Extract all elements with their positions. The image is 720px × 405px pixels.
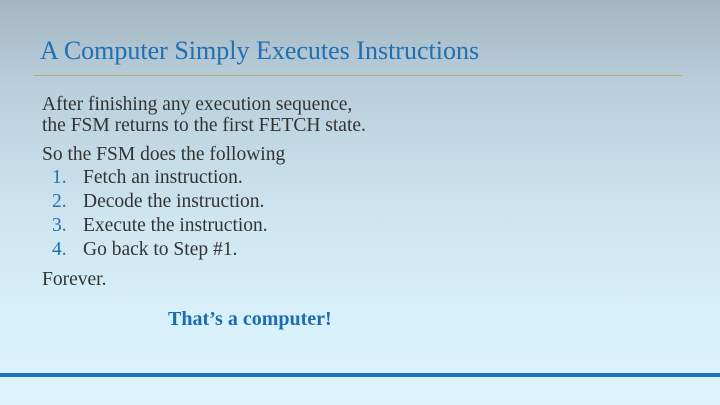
step-number: 4. <box>52 239 67 260</box>
step-text: Execute the instruction. <box>83 215 268 236</box>
intro-line-2: the FSM returns to the first FETCH state… <box>42 115 366 136</box>
list-item: 3. Execute the instruction. <box>42 214 682 238</box>
footer-divider <box>0 373 720 377</box>
step-text: Fetch an instruction. <box>83 167 243 188</box>
lead-text: So the FSM does the following <box>42 144 286 165</box>
punchline: That’s a computer! <box>168 308 332 330</box>
closing-text: Forever. <box>42 269 107 290</box>
list-item: 4. Go back to Step #1. <box>42 238 682 262</box>
step-number: 1. <box>52 167 67 188</box>
list-item: 2. Decode the instruction. <box>42 190 682 214</box>
step-text: Go back to Step #1. <box>83 239 238 260</box>
steps-list: 1. Fetch an instruction. 2. Decode the i… <box>42 166 682 262</box>
slide: A Computer Simply Executes Instructions … <box>0 0 720 405</box>
slide-body: After finishing any execution sequence, … <box>42 94 682 292</box>
step-text: Decode the instruction. <box>83 191 265 212</box>
slide-title: A Computer Simply Executes Instructions <box>40 36 480 65</box>
title-divider <box>34 75 682 76</box>
list-item: 1. Fetch an instruction. <box>42 166 682 190</box>
step-number: 2. <box>52 191 67 212</box>
intro-line-1: After finishing any execution sequence, <box>42 94 353 115</box>
step-number: 3. <box>52 215 67 236</box>
